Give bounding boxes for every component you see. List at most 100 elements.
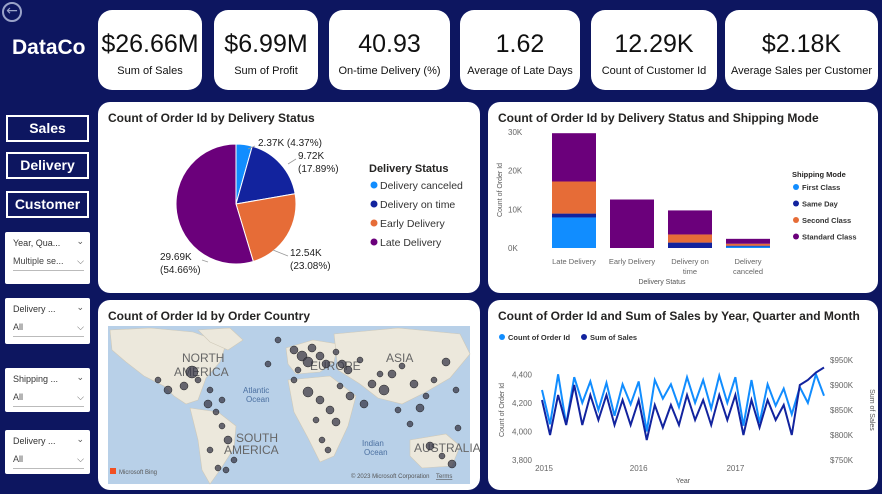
country-bubble xyxy=(214,464,222,472)
country-bubble xyxy=(394,406,402,414)
pie-legend-title: Delivery Status xyxy=(369,163,448,175)
line-legend-marker xyxy=(499,334,505,340)
country-bubble xyxy=(406,420,414,428)
line-chart-panel: Count of Order Id and Sum of Sales by Ye… xyxy=(488,300,878,490)
country-bubble xyxy=(294,366,302,374)
map-label: AMERICA xyxy=(224,443,279,457)
x-tick-label: Delivery on xyxy=(671,257,709,266)
line-legend-marker xyxy=(581,334,587,340)
x-tick-label: 2017 xyxy=(726,464,744,473)
bar-legend-marker xyxy=(793,200,799,207)
chevron-down-icon[interactable]: ⌄ xyxy=(76,372,84,383)
line-series-count xyxy=(541,371,825,432)
slicer-value: Multiple se... xyxy=(13,256,64,266)
nav-delivery-button[interactable]: Delivery xyxy=(6,152,89,179)
map-label: Indian xyxy=(362,439,384,448)
country-bubble xyxy=(325,405,335,415)
chevron-down-icon[interactable]: ⌄ xyxy=(76,302,84,313)
line-legend-item: Sum of Sales xyxy=(590,333,637,342)
y-tick-label: 4,000 xyxy=(512,427,533,436)
country-bubble xyxy=(274,336,282,344)
bar-segment xyxy=(668,210,712,235)
kpi-label: Average Sales per Customer xyxy=(730,65,873,77)
country-bubble xyxy=(206,446,214,454)
country-bubble xyxy=(163,385,173,395)
country-bubble xyxy=(398,362,406,370)
slicer-year-quarter[interactable]: Year, Qua... ⌄ Multiple se... ⌵ xyxy=(5,232,90,284)
pie-chart: 2.37K (4.37%) 9.72K (17.89%) 12.54K (23.08%)… xyxy=(160,138,463,276)
y2-tick-label: $950K xyxy=(830,356,854,365)
bar-legend-item: Second Class xyxy=(802,216,851,225)
country-bubble xyxy=(367,379,377,389)
country-bubble xyxy=(154,376,162,384)
map-terms-link[interactable]: Terms xyxy=(436,474,452,480)
country-bubble xyxy=(454,424,462,432)
slicer-dropdown[interactable]: All ⌵ xyxy=(13,454,84,469)
line-chart: Count of Order Id Sum of Sales 3,800 4,000 4… xyxy=(499,333,875,485)
x-tick-label: Early Delivery xyxy=(609,257,656,266)
country-bubble xyxy=(318,436,326,444)
pie-legend-item: Delivery on time xyxy=(380,199,455,211)
country-bubble xyxy=(289,345,299,355)
bar-legend-item: Standard Class xyxy=(802,233,857,242)
chevron-down-icon[interactable]: ⌄ xyxy=(76,434,84,445)
pie-legend-marker xyxy=(370,181,378,189)
country-bubble xyxy=(194,376,202,384)
country-bubble xyxy=(185,365,199,379)
y-axis-label: Count of Order Id xyxy=(499,383,506,437)
chevron-down-icon[interactable]: ⌄ xyxy=(76,236,84,247)
slicer-dropdown[interactable]: All ⌵ xyxy=(13,392,84,407)
country-bubble xyxy=(452,386,460,394)
country-bubble xyxy=(218,422,226,430)
line-series-sales xyxy=(541,366,825,441)
bar-segment xyxy=(552,213,596,218)
country-bubble xyxy=(430,376,438,384)
y-tick-label: 0K xyxy=(508,244,518,253)
bar-segment xyxy=(726,243,770,246)
slicer-value: All xyxy=(13,454,24,464)
kpi-value: 1.62 xyxy=(495,30,545,58)
slicer-delivery-status[interactable]: Delivery ... ⌄ All ⌵ xyxy=(5,298,90,344)
map-label: AMERICA xyxy=(174,365,229,379)
slicer-dropdown[interactable]: Multiple se... ⌵ xyxy=(13,256,84,271)
y2-tick-label: $850K xyxy=(830,406,854,415)
nav-customer-button[interactable]: Customer xyxy=(6,191,89,218)
country-bubble xyxy=(422,392,430,400)
sidebar: Sales Delivery Customer Year, Qua... ⌄ M… xyxy=(0,100,96,494)
slicer-dropdown[interactable]: All ⌵ xyxy=(13,322,84,337)
world-map[interactable]: NORTH AMERICA EUROPE ASIA SOUTH AMERICA … xyxy=(98,300,480,490)
chevron-down-icon: ⌵ xyxy=(77,256,84,266)
country-bubble xyxy=(438,452,446,460)
slicer-shipping-mode[interactable]: Shipping ... ⌄ All ⌵ xyxy=(5,368,90,412)
nav-sales-button[interactable]: Sales xyxy=(6,115,89,142)
pie-data-label: (54.66%) xyxy=(160,265,201,276)
kpi-card-ontime: 40.93 On-time Delivery (%) xyxy=(329,10,450,90)
x-tick-label: time xyxy=(683,267,697,276)
back-arrow-icon[interactable]: ← xyxy=(2,2,22,22)
stacked-bar-chart: 0K 10K 20K 30K Count of Order Id Late Deliver… xyxy=(497,128,857,286)
bar-legend-item: First Class xyxy=(802,183,840,192)
slicer-value: All xyxy=(13,392,24,402)
y-tick-label: 10K xyxy=(508,205,523,214)
kpi-value: 12.29K xyxy=(614,30,694,58)
pie-leader-line xyxy=(201,259,209,263)
pie-data-label: (23.08%) xyxy=(290,261,331,272)
country-bubble xyxy=(332,348,340,356)
pie-data-label: 9.72K xyxy=(298,151,324,162)
bar-segment xyxy=(726,246,770,248)
slicer-title: Delivery ... xyxy=(13,304,56,314)
slicer-title: Year, Qua... xyxy=(13,238,61,248)
country-bubble xyxy=(179,381,189,391)
kpi-label: Average of Late Days xyxy=(467,65,573,77)
slicer-title: Shipping ... xyxy=(13,374,59,384)
map-panel: Count of Order Id by Order Country NORTH… xyxy=(98,300,480,490)
kpi-label: On-time Delivery (%) xyxy=(338,65,441,77)
x-tick-label: Late Delivery xyxy=(552,257,596,266)
pie-leader-line xyxy=(272,249,289,257)
y2-axis-label: Sum of Sales xyxy=(868,389,875,431)
country-bubble xyxy=(223,435,233,445)
country-bubble xyxy=(206,386,214,394)
country-bubble xyxy=(378,384,390,396)
country-bubble xyxy=(425,441,435,451)
slicer-delivery-2[interactable]: Delivery ... ⌄ All ⌵ xyxy=(5,430,90,474)
